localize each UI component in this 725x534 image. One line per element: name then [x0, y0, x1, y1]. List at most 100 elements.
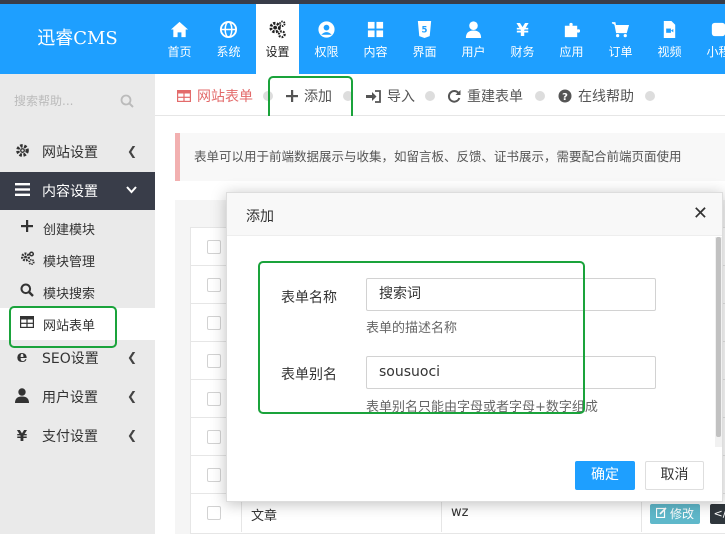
nav-label: 权限 [314, 45, 339, 59]
tab-label: 重建表单 [467, 89, 523, 105]
dialog-scrollbar[interactable] [715, 237, 722, 447]
svg-text:¥: ¥ [516, 20, 529, 39]
sidebar-item-label: 用户设置 [42, 390, 98, 406]
nav-item-miniapp[interactable]: 小程 [694, 4, 725, 74]
sidebar-subitem-create-module[interactable]: 创建模块 [0, 212, 155, 244]
tab-separator [425, 91, 435, 101]
sidebar-item-site-settings[interactable]: 网站设置 ❮ [0, 133, 155, 171]
scrollbar-thumb[interactable] [716, 237, 721, 437]
confirm-button[interactable]: 确定 [575, 461, 635, 490]
nav-item-apps[interactable]: 应用 [547, 4, 596, 74]
search-icon[interactable] [120, 94, 134, 111]
chevron-left-icon: ❮ [126, 428, 137, 442]
tab-online-help[interactable]: ? 在线帮助 [558, 86, 634, 106]
select-all-checkbox[interactable] [207, 240, 221, 254]
sidebar-item-label: 内容设置 [42, 184, 98, 200]
tab-label: 导入 [387, 89, 415, 105]
file-video-icon [645, 20, 694, 40]
sidebar: 搜索帮助... 网站设置 ❮ 内容设置 创建模块 模块管理 模块搜索 网站表单 … [0, 74, 155, 534]
bars-icon [14, 182, 30, 200]
nav-item-permission[interactable]: 权限 [302, 4, 351, 74]
app-icon [694, 20, 725, 40]
edit-icon [655, 504, 667, 524]
search-icon [20, 283, 34, 301]
cart-icon [596, 20, 645, 40]
sidebar-search[interactable]: 搜索帮助... [14, 92, 140, 114]
nav-item-home[interactable]: 首页 [155, 4, 204, 74]
info-alert: 表单可以用于前端数据展示与收集，如留言板、反馈、证书展示，需要配合前端页面使用 [175, 133, 725, 181]
sidebar-subitem-label: 创建模块 [43, 222, 96, 238]
tab-rebuild-form[interactable]: 重建表单 [447, 86, 523, 106]
sidebar-subitem-label: 模块管理 [43, 254, 96, 270]
grid-icon [351, 20, 400, 40]
nav-label: 设置 [265, 45, 290, 59]
nav-label: 财务 [510, 45, 535, 59]
highlight-box-sidebar [9, 306, 117, 348]
svg-text:5: 5 [422, 25, 428, 35]
sign-in-icon [366, 89, 381, 103]
row-checkbox[interactable] [207, 392, 221, 406]
sidebar-item-user-settings[interactable]: 用户设置 ❮ [0, 378, 155, 416]
chevron-left-icon: ❮ [126, 350, 137, 364]
row-checkbox[interactable] [207, 278, 221, 292]
nav-item-finance[interactable]: ¥ 财务 [498, 4, 547, 74]
row-checkbox[interactable] [207, 430, 221, 444]
nav-label: 首页 [167, 45, 192, 59]
highlight-box-form [258, 261, 585, 414]
edit-button-label: 修改 [670, 507, 695, 521]
tab-separator [645, 91, 655, 101]
row-checkbox[interactable] [207, 506, 221, 520]
yen-icon: ¥ [498, 20, 547, 41]
tab-site-forms[interactable]: 网站表单 [177, 86, 253, 106]
row-checkbox[interactable] [207, 316, 221, 330]
nav-label: 订单 [608, 45, 633, 59]
nav-item-video[interactable]: 视频 [645, 4, 694, 74]
svg-text:?: ? [562, 92, 568, 103]
sidebar-subitem-module-search[interactable]: 模块搜索 [0, 276, 155, 308]
app-logo[interactable]: 迅睿CMS [0, 4, 155, 74]
yen-icon: ¥ [16, 427, 28, 445]
user-circle-icon [302, 20, 351, 40]
nav-label: 系统 [216, 45, 241, 59]
tab-separator [535, 91, 545, 101]
nav-item-settings[interactable]: 设置 [256, 4, 299, 74]
nav-label: 界面 [412, 45, 437, 59]
row-checkbox[interactable] [207, 468, 221, 482]
home-icon [155, 20, 204, 40]
nav-item-system[interactable]: 系统 [204, 4, 253, 74]
tab-import[interactable]: 导入 [366, 86, 415, 106]
add-form-dialog: 添加 ✕ 表单名称 搜索词 表单的描述名称 表单别名 sousuoci 表单别名… [226, 192, 723, 502]
sidebar-item-payment-settings[interactable]: ¥ 支付设置 ❮ [0, 417, 155, 455]
tab-label: 在线帮助 [578, 89, 634, 105]
nav-item-orders[interactable]: 订单 [596, 4, 645, 74]
search-input[interactable]: 搜索帮助... [14, 92, 73, 109]
sidebar-subitem-module-manage[interactable]: 模块管理 [0, 244, 155, 276]
chevron-down-icon [126, 184, 137, 198]
nav-item-interface[interactable]: 5 界面 [400, 4, 449, 74]
refresh-icon [447, 89, 461, 103]
sidebar-subitem-label: 模块搜索 [43, 286, 96, 302]
nav-item-users[interactable]: 用户 [449, 4, 498, 74]
cogs-icon [256, 20, 299, 40]
globe-icon [204, 20, 253, 40]
top-header: 迅睿CMS 首页 系统 设置 权限 内容 5 界面 用户 ¥ 财务 应用 订单 … [0, 4, 725, 74]
nav-item-content[interactable]: 内容 [351, 4, 400, 74]
gear-icon [14, 143, 30, 162]
sidebar-item-content-settings[interactable]: 内容设置 [0, 172, 155, 210]
nav-label: 内容 [363, 45, 388, 59]
close-icon[interactable]: ✕ [693, 204, 708, 224]
edit-button[interactable]: 修改 [650, 504, 701, 524]
nav-label: 视频 [657, 45, 682, 59]
top-nav: 首页 系统 设置 权限 内容 5 界面 用户 ¥ 财务 应用 订单 视频 小程 [155, 4, 725, 74]
code-button[interactable]: </ [710, 504, 725, 524]
nav-label: 小程 [706, 45, 725, 59]
user-icon [449, 20, 498, 40]
row-checkbox[interactable] [207, 354, 221, 368]
svg-text:e: e [17, 348, 28, 364]
chevron-left-icon: ❮ [126, 144, 137, 158]
table-icon [177, 90, 191, 102]
dialog-header: 添加 ✕ [227, 193, 722, 236]
form-name-cell: 文章 [251, 509, 278, 524]
cancel-button[interactable]: 取消 [645, 461, 704, 490]
chevron-left-icon: ❮ [126, 389, 137, 403]
